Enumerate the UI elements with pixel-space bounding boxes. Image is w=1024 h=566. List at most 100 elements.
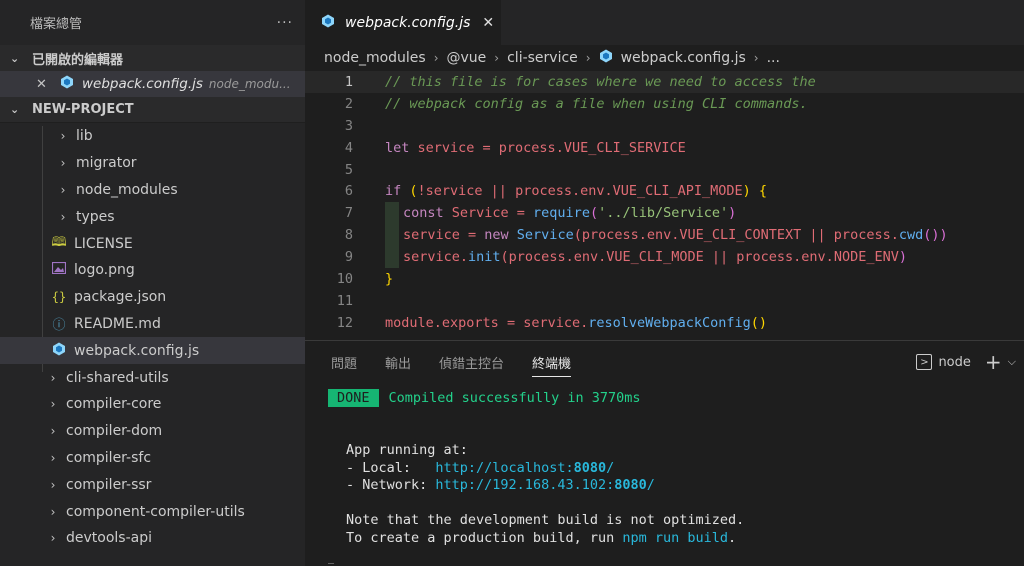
code-line: 8 service = new Service(process.env.VUE_… xyxy=(305,224,1024,247)
line-number: 12 xyxy=(336,314,353,331)
open-editor-filename: webpack.config.js xyxy=(82,76,203,92)
tree-item-folder[interactable]: › cli-shared-utils xyxy=(0,364,305,391)
terminal-line: - Local: http://localhost: 8080/ xyxy=(328,459,1024,477)
more-actions-icon[interactable]: ··· xyxy=(277,15,293,31)
tree-item-label: compiler-ssr xyxy=(66,476,152,493)
terminal-line: App running at: xyxy=(346,442,468,459)
terminal-cursor: _ xyxy=(328,553,335,564)
tree-item-file[interactable]: ⓘ README.md xyxy=(0,311,305,338)
open-editors-title: 已開啟的編輯器 xyxy=(32,52,124,68)
line-number: 8 xyxy=(344,227,353,244)
terminal-output[interactable]: DONE Compiled successfully in 3770ms App… xyxy=(305,389,1024,547)
editor-tab-active[interactable]: webpack.config.js ✕ xyxy=(305,0,501,45)
tab-output[interactable]: 輸出 xyxy=(385,341,411,383)
tree-item-folder[interactable]: › node_modules xyxy=(0,177,305,204)
tree-item-folder[interactable]: › component-compiler-utils xyxy=(0,498,305,525)
network-port[interactable]: 8080 xyxy=(614,477,647,493)
code-line: 2 // webpack config as a file when using… xyxy=(305,93,1024,115)
chevron-right-icon: › xyxy=(60,182,66,197)
chevron-right-icon: › xyxy=(50,450,56,465)
code-text: // webpack config as a file when using C… xyxy=(385,95,808,112)
tree-item-folder[interactable]: › devtools-api xyxy=(0,525,305,552)
chevron-right-icon: › xyxy=(50,531,56,546)
open-editors-section[interactable]: ⌄ 已開啟的編輯器 xyxy=(0,45,305,71)
tab-terminal[interactable]: 終端機 xyxy=(532,341,572,383)
local-slash[interactable]: / xyxy=(606,460,614,476)
tree-item-label: compiler-core xyxy=(66,396,162,413)
terminal-line: To create a production build, run npm ru… xyxy=(328,529,1024,547)
tree-item-folder[interactable]: › compiler-dom xyxy=(0,418,305,445)
chevron-right-icon: › xyxy=(50,504,56,519)
tree-item-folder[interactable]: › lib xyxy=(0,123,305,150)
code-text: // this file is for cases where we need … xyxy=(385,73,816,90)
breadcrumb: node_modules › @vue › cli-service › webp… xyxy=(305,45,1024,71)
open-editor-path: node_modu... xyxy=(208,77,291,91)
network-slash[interactable]: / xyxy=(647,477,655,493)
tree-item-folder[interactable]: › compiler-core xyxy=(0,391,305,418)
terminal-icon: > xyxy=(916,354,933,370)
local-url[interactable]: http://localhost: xyxy=(435,460,573,476)
add-terminal-icon[interactable]: + xyxy=(985,350,1002,374)
tree-item-file[interactable]: 🕮 LICENSE xyxy=(0,230,305,257)
network-url[interactable]: http://192.168.43.102: xyxy=(435,477,614,493)
line-number: 7 xyxy=(344,205,353,222)
explorer-sidebar: 檔案總管 ··· ⌄ 已開啟的編輯器 ✕ webpack.config.js n… xyxy=(0,0,305,566)
code-text: const Service = require('../lib/Service'… xyxy=(403,205,737,222)
line-number: 9 xyxy=(344,249,353,266)
webpack-file-icon xyxy=(60,75,76,93)
project-section[interactable]: ⌄ NEW-PROJECT xyxy=(0,97,305,123)
close-icon[interactable]: ✕ xyxy=(482,15,494,31)
code-line: 3 xyxy=(305,115,1024,137)
tree-item-label: compiler-sfc xyxy=(66,449,152,466)
tree-item-label: compiler-dom xyxy=(66,423,163,440)
code-line: 6 if (!service || process.env.VUE_CLI_AP… xyxy=(305,180,1024,202)
terminal-line: DONE Compiled successfully in 3770ms xyxy=(328,389,1024,407)
local-label: - Local: xyxy=(346,459,436,476)
explorer-title: 檔案總管 xyxy=(30,17,83,32)
terminal-line: - Network: http://192.168.43.102: 8080/ xyxy=(328,477,1024,495)
tree-item-file[interactable]: logo.png xyxy=(0,257,305,284)
line-number: 1 xyxy=(344,73,353,90)
compile-status: Compiled successfully in 3770ms xyxy=(388,389,641,406)
tree-item-file[interactable]: {} package.json xyxy=(0,284,305,311)
terminal-shell-name[interactable]: node xyxy=(938,355,970,370)
tab-debug-console[interactable]: 偵錯主控台 xyxy=(439,341,504,383)
breadcrumb-item[interactable]: @vue xyxy=(447,50,487,66)
line-number: 2 xyxy=(344,95,353,112)
chevron-down-icon[interactable]: ⌵ xyxy=(1008,355,1016,369)
tree-item-file-selected[interactable]: webpack.config.js xyxy=(0,337,305,365)
breadcrumb-item[interactable]: cli-service xyxy=(507,50,578,66)
info-icon: ⓘ xyxy=(52,318,66,334)
chevron-right-icon: › xyxy=(585,51,591,65)
line-number: 4 xyxy=(344,139,353,156)
line-number: 6 xyxy=(344,183,353,200)
breadcrumb-item[interactable]: webpack.config.js xyxy=(621,50,746,66)
breadcrumb-item[interactable]: ... xyxy=(767,50,780,66)
tree-item-folder[interactable]: › compiler-sfc xyxy=(0,445,305,472)
close-icon[interactable]: ✕ xyxy=(36,77,50,92)
panel-tools: > node + ⌵ xyxy=(916,341,1016,383)
note-period: . xyxy=(728,529,737,546)
open-editor-item[interactable]: ✕ webpack.config.js node_modu... xyxy=(0,71,305,97)
breadcrumb-item[interactable]: node_modules xyxy=(324,50,426,66)
code-text: service.init(process.env.VUE_CLI_MODE ||… xyxy=(403,249,907,266)
build-command: npm run build xyxy=(622,529,729,546)
terminal-line: Note that the development build is not o… xyxy=(346,512,745,529)
file-tree: › lib › migrator › node_modules › types … xyxy=(0,123,305,552)
chevron-right-icon: › xyxy=(60,156,66,171)
tree-item-folder[interactable]: › types xyxy=(0,203,305,230)
line-number: 5 xyxy=(344,161,353,178)
code-editor[interactable]: 1 // this file is for cases where we nee… xyxy=(305,71,1024,334)
bottom-panel: 問題 輸出 偵錯主控台 終端機 > node + ⌵ DONE Compiled… xyxy=(305,340,1024,566)
code-text: let service = process.VUE_CLI_SERVICE xyxy=(385,139,686,156)
local-port[interactable]: 8080 xyxy=(574,460,607,476)
tree-item-folder[interactable]: › compiler-ssr xyxy=(0,471,305,498)
license-icon: 🕮 xyxy=(51,234,67,250)
explorer-header: 檔案總管 ··· xyxy=(0,0,305,45)
tree-item-folder[interactable]: › migrator xyxy=(0,150,305,177)
tab-problems[interactable]: 問題 xyxy=(331,341,357,383)
chevron-right-icon: › xyxy=(60,129,66,144)
chevron-right-icon: › xyxy=(433,51,439,65)
